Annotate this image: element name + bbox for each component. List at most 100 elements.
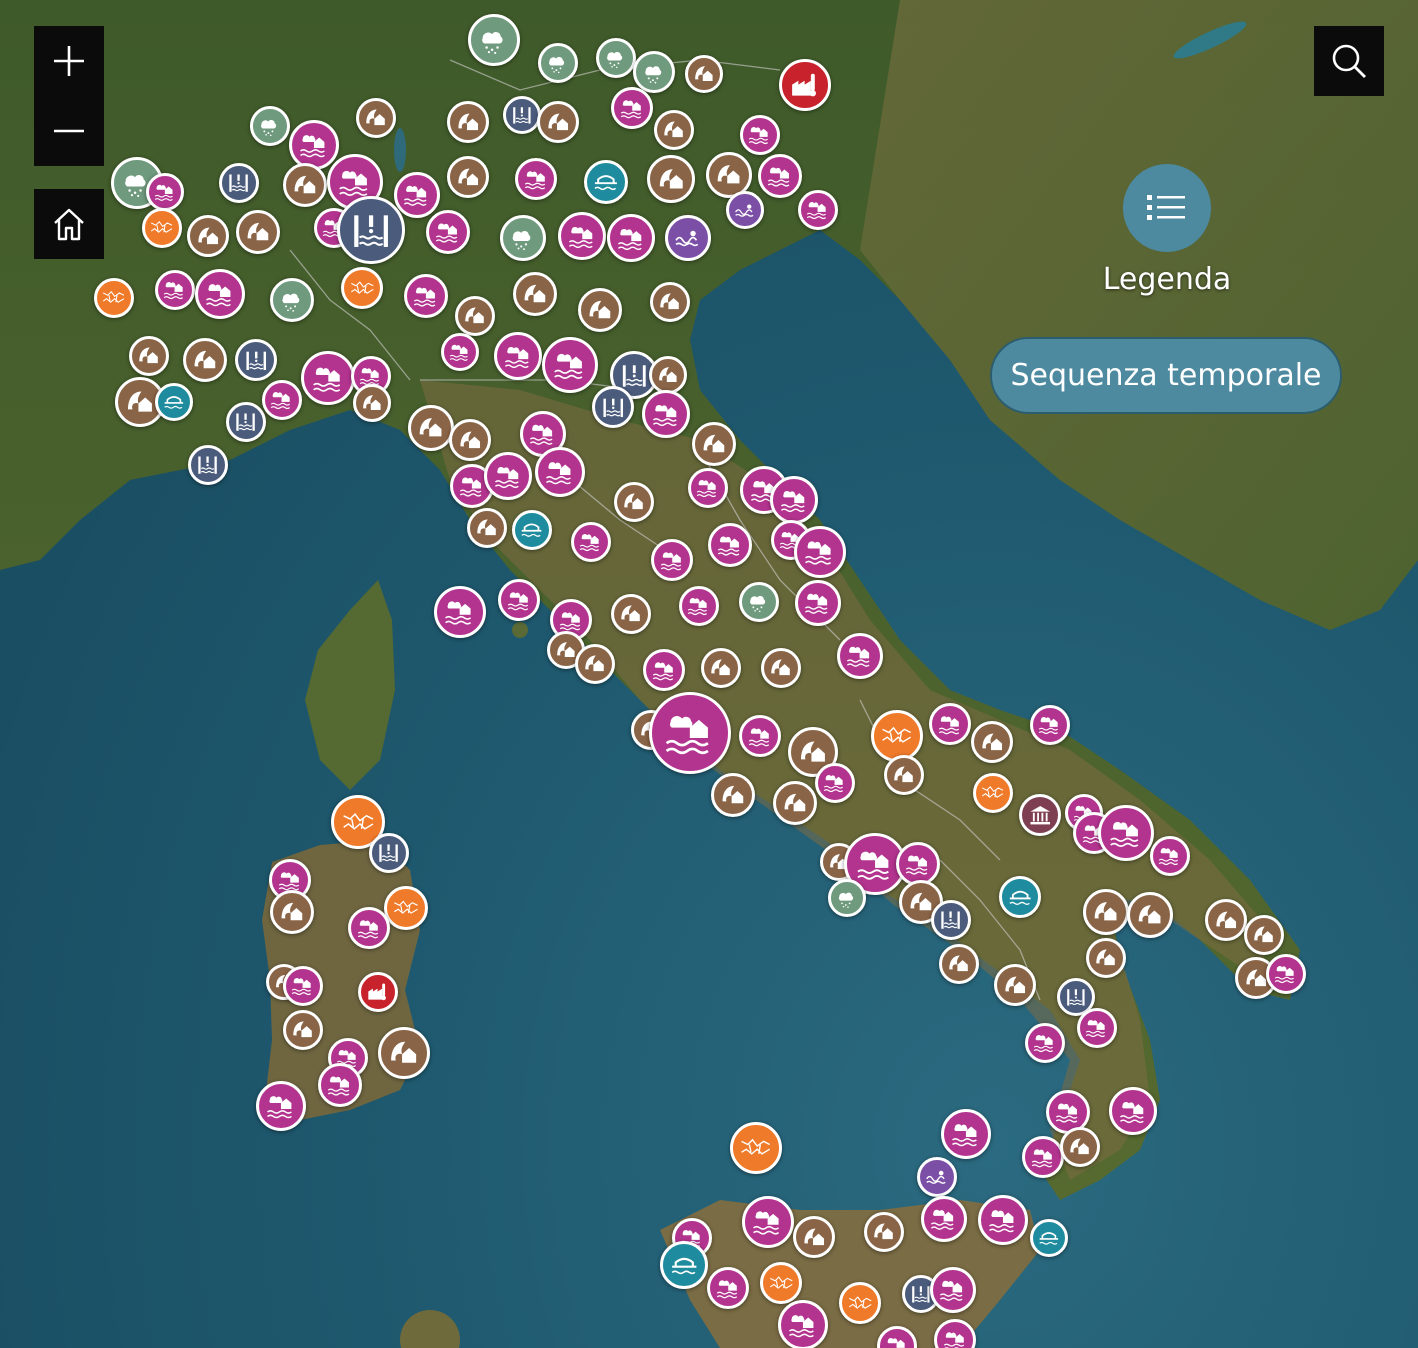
event-marker-landslide[interactable] xyxy=(692,422,736,466)
event-marker-earthquake[interactable] xyxy=(384,886,428,930)
event-marker-hydraulic[interactable] xyxy=(226,402,266,442)
event-marker-landslide[interactable] xyxy=(129,336,169,376)
event-marker-sea-storm[interactable] xyxy=(917,1157,957,1197)
event-marker-landslide[interactable] xyxy=(711,773,755,817)
event-marker-landslide[interactable] xyxy=(884,755,924,795)
event-marker-flood[interactable] xyxy=(571,522,611,562)
event-marker-flood[interactable] xyxy=(740,115,780,155)
event-marker-storm[interactable] xyxy=(538,43,578,83)
event-marker-flood[interactable] xyxy=(441,333,479,371)
event-marker-flood[interactable] xyxy=(794,526,846,578)
event-marker-landslide[interactable] xyxy=(1086,938,1126,978)
event-marker-hydraulic[interactable] xyxy=(235,339,277,381)
event-marker-sea-storm[interactable] xyxy=(665,215,711,261)
event-marker-flood[interactable] xyxy=(1266,954,1306,994)
event-marker-heritage[interactable] xyxy=(1019,794,1061,836)
event-marker-landslide[interactable] xyxy=(1127,892,1173,938)
event-marker-flood[interactable] xyxy=(484,452,532,500)
event-marker-flood[interactable] xyxy=(742,1196,794,1248)
event-marker-landslide[interactable] xyxy=(455,296,495,336)
event-marker-landslide[interactable] xyxy=(270,890,314,934)
event-marker-flood[interactable] xyxy=(930,1267,976,1313)
event-marker-landslide[interactable] xyxy=(513,272,557,316)
event-marker-flood[interactable] xyxy=(921,1196,967,1242)
event-marker-earthquake[interactable] xyxy=(973,773,1013,813)
event-marker-landslide[interactable] xyxy=(408,405,454,451)
event-marker-flood[interactable] xyxy=(434,586,486,638)
event-marker-flood[interactable] xyxy=(688,468,728,508)
event-marker-flood[interactable] xyxy=(607,214,655,262)
event-marker-flood[interactable] xyxy=(195,269,245,319)
event-marker-flood[interactable] xyxy=(289,120,339,170)
event-marker-landslide[interactable] xyxy=(939,944,979,984)
event-marker-flood[interactable] xyxy=(679,586,719,626)
event-marker-landslide[interactable] xyxy=(578,288,622,332)
event-marker-landslide[interactable] xyxy=(575,644,615,684)
event-marker-flood[interactable] xyxy=(256,1081,306,1131)
event-marker-storm[interactable] xyxy=(828,879,866,917)
timeline-button[interactable]: Sequenza temporale xyxy=(990,337,1342,414)
event-marker-landslide[interactable] xyxy=(614,482,654,522)
event-marker-flood[interactable] xyxy=(758,154,802,198)
zoom-out-button[interactable] xyxy=(34,96,104,166)
event-marker-earthquake[interactable] xyxy=(142,208,182,248)
event-marker-landslide[interactable] xyxy=(994,964,1036,1006)
event-marker-landslide[interactable] xyxy=(537,101,579,143)
event-marker-storm[interactable] xyxy=(633,51,675,93)
event-marker-flood[interactable] xyxy=(318,1063,362,1107)
event-marker-landslide[interactable] xyxy=(1244,915,1284,955)
event-marker-coastal[interactable] xyxy=(155,383,193,421)
event-marker-flood[interactable] xyxy=(558,212,606,260)
event-marker-landslide[interactable] xyxy=(1083,889,1129,935)
event-marker-flood[interactable] xyxy=(795,580,841,626)
event-marker-landslide[interactable] xyxy=(864,1212,904,1252)
event-marker-industrial[interactable] xyxy=(779,59,831,111)
event-marker-hydraulic[interactable] xyxy=(503,96,541,134)
event-marker-flood[interactable] xyxy=(739,715,781,757)
event-marker-landslide[interactable] xyxy=(356,98,396,138)
event-marker-landslide[interactable] xyxy=(647,155,695,203)
event-marker-landslide[interactable] xyxy=(1060,1127,1100,1167)
event-marker-coastal[interactable] xyxy=(512,510,552,550)
event-marker-landslide[interactable] xyxy=(1205,899,1247,941)
event-marker-flood[interactable] xyxy=(426,210,470,254)
event-marker-storm[interactable] xyxy=(468,14,520,66)
event-marker-industrial[interactable] xyxy=(358,972,398,1012)
event-marker-landslide[interactable] xyxy=(654,110,694,150)
event-marker-landslide[interactable] xyxy=(449,419,491,461)
event-marker-hydraulic[interactable] xyxy=(188,445,228,485)
event-marker-flood[interactable] xyxy=(708,523,752,567)
event-marker-flood[interactable] xyxy=(1109,1087,1157,1135)
event-marker-coastal[interactable] xyxy=(584,160,628,204)
event-marker-landslide[interactable] xyxy=(467,508,507,548)
event-marker-landslide[interactable] xyxy=(187,215,229,257)
event-marker-landslide[interactable] xyxy=(793,1216,835,1258)
event-marker-storm[interactable] xyxy=(250,106,290,146)
event-marker-flood[interactable] xyxy=(941,1109,991,1159)
event-marker-earthquake[interactable] xyxy=(871,710,923,762)
event-marker-hydraulic[interactable] xyxy=(369,833,409,873)
event-marker-landslide[interactable] xyxy=(611,594,651,634)
event-marker-flood[interactable] xyxy=(1150,836,1190,876)
event-marker-flood[interactable] xyxy=(1077,1008,1117,1048)
event-marker-flood[interactable] xyxy=(1025,1023,1065,1063)
event-marker-flood[interactable] xyxy=(934,1319,976,1348)
map-view[interactable]: Legenda Sequenza temporale xyxy=(0,0,1418,1348)
event-marker-landslide[interactable] xyxy=(649,356,687,394)
event-marker-landslide[interactable] xyxy=(378,1027,430,1079)
event-marker-storm[interactable] xyxy=(500,215,546,261)
event-marker-earthquake[interactable] xyxy=(760,1262,802,1304)
zoom-in-button[interactable] xyxy=(34,26,104,96)
event-marker-flood[interactable] xyxy=(542,337,598,393)
search-button[interactable] xyxy=(1314,26,1384,96)
event-marker-earthquake[interactable] xyxy=(730,1122,782,1174)
home-button[interactable] xyxy=(34,189,104,259)
event-marker-landslide[interactable] xyxy=(650,282,690,322)
event-marker-landslide[interactable] xyxy=(701,648,741,688)
legend-label[interactable]: Legenda xyxy=(1090,262,1244,297)
event-marker-storm[interactable] xyxy=(739,582,779,622)
event-marker-hydraulic[interactable] xyxy=(592,386,634,428)
event-marker-landslide[interactable] xyxy=(236,210,280,254)
event-marker-earthquake[interactable] xyxy=(839,1282,881,1324)
event-marker-flood[interactable] xyxy=(978,1195,1028,1245)
